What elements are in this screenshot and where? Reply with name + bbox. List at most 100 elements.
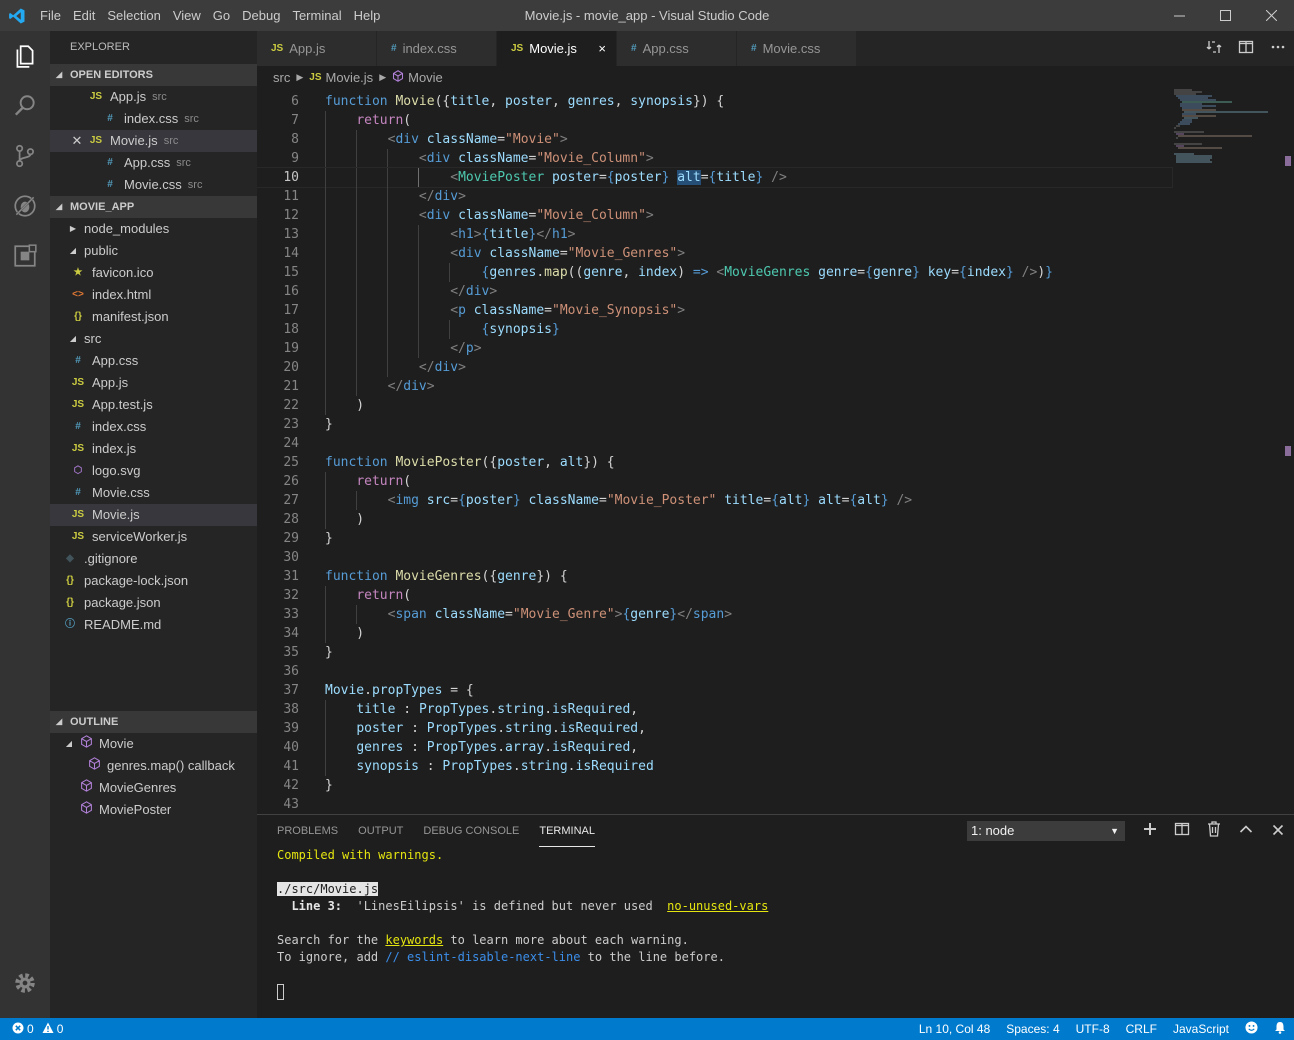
menu-view[interactable]: View (167, 0, 207, 31)
encoding[interactable]: UTF-8 (1068, 1022, 1118, 1036)
terminal-select[interactable]: 1: node ▼ (967, 821, 1125, 841)
tree-file[interactable]: {} package-lock.json (50, 570, 257, 592)
tree-file[interactable]: {} package.json (50, 592, 257, 614)
split-terminal-icon[interactable] (1166, 821, 1198, 841)
tree-file[interactable]: ⬡ logo.svg (50, 460, 257, 482)
tree-file[interactable]: ◆ .gitignore (50, 548, 257, 570)
minimize-button[interactable] (1156, 0, 1202, 31)
tree-file[interactable]: # index.css (50, 416, 257, 438)
line-text: <div className="Movie"> (387, 132, 568, 147)
notifications-bell-icon[interactable] (1266, 1021, 1294, 1037)
tree-folder[interactable]: ◢ public (50, 240, 257, 262)
tree-item-name: App.test.js (92, 397, 153, 412)
outline-item[interactable]: genres.map() callback (50, 755, 257, 777)
tree-item-name: serviceWorker.js (92, 529, 188, 544)
tab-output[interactable]: OUTPUT (358, 815, 403, 847)
more-actions-icon[interactable] (1262, 39, 1294, 58)
open-editors-header[interactable]: ◢ OPEN EDITORS (50, 64, 257, 86)
settings-gear-icon[interactable] (0, 958, 50, 1008)
outline-item[interactable]: MoviePoster (50, 799, 257, 821)
minimap[interactable] (1172, 88, 1282, 198)
open-editor-item[interactable]: # Movie.css src (50, 174, 257, 196)
menu-edit[interactable]: Edit (67, 0, 101, 31)
open-editor-item-active[interactable]: ✕ JS Movie.js src (50, 130, 257, 152)
tab-app-css[interactable]: # App.css (617, 31, 737, 66)
code-editor[interactable]: 6 function Movie({title, poster, genres, … (257, 88, 1294, 814)
close-editor-icon[interactable]: ✕ (70, 130, 84, 152)
new-terminal-icon[interactable] (1134, 822, 1166, 840)
open-changes-icon[interactable] (1198, 39, 1230, 58)
scrollbar-marker (1285, 156, 1291, 166)
indentation[interactable]: Spaces: 4 (998, 1022, 1067, 1036)
cursor-position[interactable]: Ln 10, Col 48 (911, 1022, 998, 1036)
line-number: 9 (291, 151, 299, 166)
keywords-link[interactable]: keywords (385, 933, 443, 947)
close-window-button[interactable] (1248, 0, 1294, 31)
tab-debug-console[interactable]: DEBUG CONSOLE (423, 815, 519, 847)
project-header[interactable]: ◢ MOVIE_APP (50, 196, 257, 218)
debug-icon[interactable] (0, 181, 50, 231)
end-of-line[interactable]: CRLF (1118, 1022, 1165, 1036)
tab-app-js[interactable]: JS App.js (257, 31, 377, 66)
tab-terminal[interactable]: TERMINAL (539, 815, 595, 847)
menu-help[interactable]: Help (348, 0, 387, 31)
git-file-icon: ◆ (66, 553, 74, 564)
tab-index-css[interactable]: # index.css (377, 31, 497, 66)
tree-file[interactable]: {} manifest.json (50, 306, 257, 328)
warning-icon (42, 1022, 54, 1037)
open-editor-item[interactable]: # index.css src (50, 108, 257, 130)
tree-file[interactable]: JS App.js (50, 372, 257, 394)
explorer-icon[interactable] (0, 31, 50, 81)
tab-movie-css[interactable]: # Movie.css (737, 31, 857, 66)
language-mode[interactable]: JavaScript (1165, 1022, 1237, 1036)
chevron-right-icon: ▶ (379, 71, 387, 82)
search-icon[interactable] (0, 81, 50, 131)
outline-header[interactable]: ◢ OUTLINE (50, 711, 257, 733)
menu-selection[interactable]: Selection (101, 0, 166, 31)
breadcrumb-file[interactable]: Movie.js (326, 70, 374, 85)
line-number: 18 (283, 322, 299, 337)
tree-file[interactable]: # Movie.css (50, 482, 257, 504)
js-file-icon: JS (71, 443, 85, 454)
code-line: 28 ) (257, 510, 1172, 529)
maximize-panel-icon[interactable] (1230, 822, 1262, 840)
close-panel-icon[interactable] (1262, 823, 1294, 840)
tree-file[interactable]: ⓘ README.md (50, 614, 257, 636)
vertical-scrollbar[interactable] (1282, 88, 1294, 814)
outline-item[interactable]: MovieGenres (50, 777, 257, 799)
code-line: 6 function Movie({title, poster, genres, … (257, 92, 1172, 111)
close-tab-icon[interactable]: × (598, 41, 606, 56)
tree-folder[interactable]: ◢ src (50, 328, 257, 350)
problems-status[interactable]: 0 0 (0, 1022, 63, 1037)
tree-folder[interactable]: ▶ node_modules (50, 218, 257, 240)
tab-problems[interactable]: PROBLEMS (277, 815, 338, 847)
terminal-output[interactable]: Compiled with warnings. ./src/Movie.js L… (277, 847, 768, 1000)
tree-file[interactable]: # App.css (50, 350, 257, 372)
menu-terminal[interactable]: Terminal (286, 0, 347, 31)
open-editor-item[interactable]: # App.css src (50, 152, 257, 174)
menu-file[interactable]: File (34, 0, 67, 31)
tree-file[interactable]: ★ favicon.ico (50, 262, 257, 284)
tab-movie-js[interactable]: JS Movie.js × (497, 31, 617, 66)
source-control-icon[interactable] (0, 131, 50, 181)
open-editor-name: Movie.js (110, 133, 158, 148)
tree-file[interactable]: JS serviceWorker.js (50, 526, 257, 548)
tree-file[interactable]: JS index.js (50, 438, 257, 460)
trash-icon[interactable] (1198, 821, 1230, 841)
line-text: {genres.map((genre, index) => <MovieGenr… (481, 265, 1053, 280)
menu-debug[interactable]: Debug (236, 0, 286, 31)
line-text: function Movie({title, poster, genres, s… (325, 94, 725, 109)
open-editor-item[interactable]: JS App.js src (50, 86, 257, 108)
breadcrumb-symbol[interactable]: Movie (408, 70, 443, 85)
maximize-button[interactable] (1202, 0, 1248, 31)
menu-go[interactable]: Go (207, 0, 236, 31)
breadcrumb-folder[interactable]: src (273, 70, 290, 85)
split-editor-icon[interactable] (1230, 39, 1262, 58)
feedback-smiley-icon[interactable] (1237, 1021, 1266, 1037)
tree-file-selected[interactable]: JS Movie.js (50, 504, 257, 526)
extensions-icon[interactable] (0, 231, 50, 281)
tree-file[interactable]: JS App.test.js (50, 394, 257, 416)
tree-file[interactable]: <> index.html (50, 284, 257, 306)
code-line: 21 </div> (257, 377, 1172, 396)
outline-item[interactable]: ◢ Movie (50, 733, 257, 755)
